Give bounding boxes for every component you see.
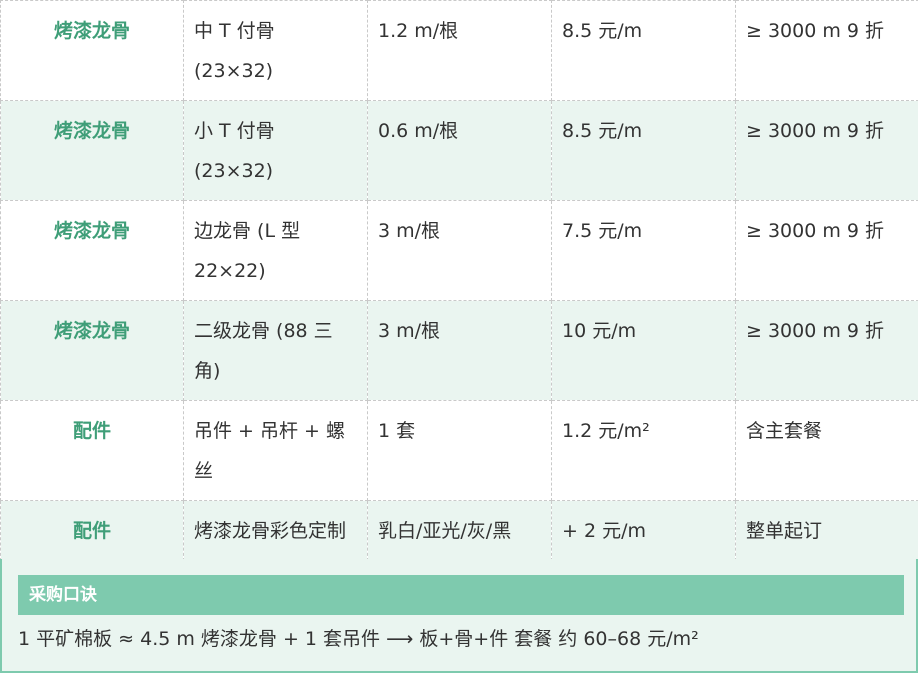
category-cell: 烤漆龙骨 bbox=[0, 100, 184, 201]
product-name-line2: (23×32) bbox=[194, 160, 274, 182]
tip-title: 采购口诀 bbox=[18, 575, 904, 615]
product-name-line1: 边龙骨 (L 型 bbox=[194, 220, 301, 242]
product-name-line1: 烤漆龙骨彩色定制 bbox=[194, 520, 347, 542]
table-row: 烤漆龙骨 中 T 付骨 (23×32) 1.2 m/根 8.5 元/m ≥ 30… bbox=[0, 0, 918, 101]
category-cell: 烤漆龙骨 bbox=[0, 200, 184, 301]
product-name-cell: 中 T 付骨 (23×32) bbox=[183, 0, 368, 101]
price-cell: 7.5 元/m bbox=[551, 200, 736, 301]
purchase-tip-box: 采购口诀 1 平矿棉板 ≈ 4.5 m 烤漆龙骨 + 1 套吊件 ⟶ 板+骨+件… bbox=[0, 559, 918, 673]
table-row: 配件 烤漆龙骨彩色定制 乳白/亚光/灰/黑 + 2 元/m 整单起订 bbox=[0, 500, 918, 561]
discount-cell: 含主套餐 bbox=[735, 400, 918, 501]
product-name-line2: (23×32) bbox=[194, 60, 274, 82]
length-cell: 1.2 m/根 bbox=[367, 0, 552, 101]
category-cell: 配件 bbox=[0, 400, 184, 501]
discount-cell: ≥ 3000 m 9 折 bbox=[735, 200, 918, 301]
product-name-line1: 中 T 付骨 bbox=[194, 20, 275, 42]
length-cell: 3 m/根 bbox=[367, 300, 552, 401]
discount-cell: ≥ 3000 m 9 折 bbox=[735, 0, 918, 101]
length-cell: 3 m/根 bbox=[367, 200, 552, 301]
category-cell: 配件 bbox=[0, 500, 184, 561]
product-name-line2: 丝 bbox=[194, 460, 214, 482]
length-cell: 1 套 bbox=[367, 400, 552, 501]
product-name-line1: 小 T 付骨 bbox=[194, 120, 275, 142]
price-cell: 10 元/m bbox=[551, 300, 736, 401]
price-cell: 8.5 元/m bbox=[551, 100, 736, 201]
length-cell: 0.6 m/根 bbox=[367, 100, 552, 201]
discount-cell: ≥ 3000 m 9 折 bbox=[735, 100, 918, 201]
price-cell: 1.2 元/m² bbox=[551, 400, 736, 501]
price-table: 烤漆龙骨 中 T 付骨 (23×32) 1.2 m/根 8.5 元/m ≥ 30… bbox=[0, 0, 918, 561]
product-name-cell: 边龙骨 (L 型 22×22) bbox=[183, 200, 368, 301]
product-name-cell: 小 T 付骨 (23×32) bbox=[183, 100, 368, 201]
product-name-cell: 二级龙骨 (88 三 角) bbox=[183, 300, 368, 401]
discount-cell: ≥ 3000 m 9 折 bbox=[735, 300, 918, 401]
product-name-line1: 二级龙骨 (88 三 bbox=[194, 320, 333, 342]
category-cell: 烤漆龙骨 bbox=[0, 300, 184, 401]
price-cell: 8.5 元/m bbox=[551, 0, 736, 101]
product-name-line1: 吊件 + 吊杆 + 螺 bbox=[194, 420, 345, 442]
product-name-line2: 22×22) bbox=[194, 260, 266, 282]
table-row: 烤漆龙骨 边龙骨 (L 型 22×22) 3 m/根 7.5 元/m ≥ 300… bbox=[0, 200, 918, 301]
table-row: 烤漆龙骨 小 T 付骨 (23×32) 0.6 m/根 8.5 元/m ≥ 30… bbox=[0, 100, 918, 201]
product-name-cell: 烤漆龙骨彩色定制 bbox=[183, 500, 368, 561]
table-row: 配件 吊件 + 吊杆 + 螺 丝 1 套 1.2 元/m² 含主套餐 bbox=[0, 400, 918, 501]
table-row: 烤漆龙骨 二级龙骨 (88 三 角) 3 m/根 10 元/m ≥ 3000 m… bbox=[0, 300, 918, 401]
tip-text: 1 平矿棉板 ≈ 4.5 m 烤漆龙骨 + 1 套吊件 ⟶ 板+骨+件 套餐 约… bbox=[18, 628, 699, 650]
category-cell: 烤漆龙骨 bbox=[0, 0, 184, 101]
length-cell: 乳白/亚光/灰/黑 bbox=[367, 500, 552, 561]
discount-cell: 整单起订 bbox=[735, 500, 918, 561]
product-name-cell: 吊件 + 吊杆 + 螺 丝 bbox=[183, 400, 368, 501]
product-name-line2: 角) bbox=[194, 360, 221, 382]
price-cell: + 2 元/m bbox=[551, 500, 736, 561]
